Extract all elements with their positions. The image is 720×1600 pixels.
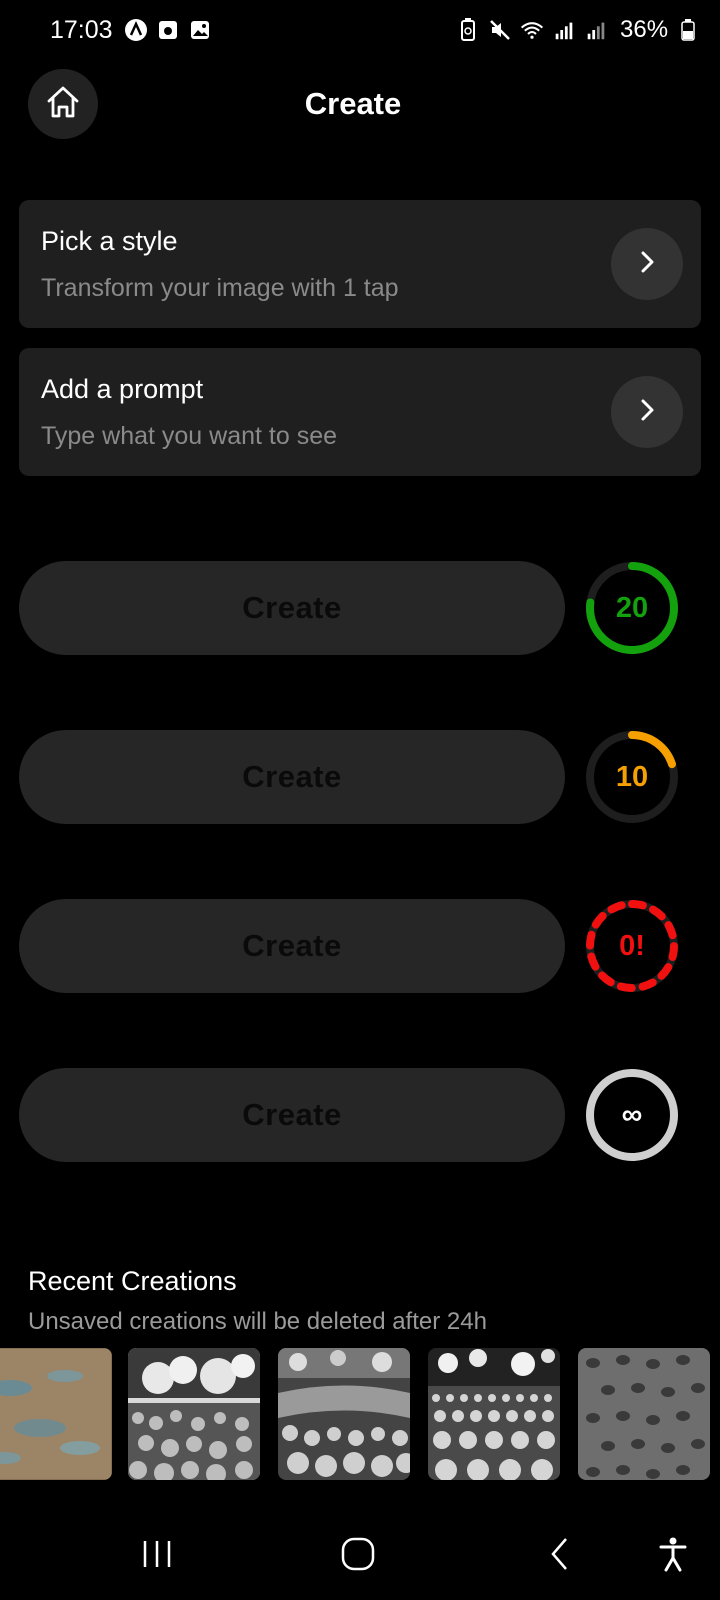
pick-style-arrow-button[interactable]	[611, 228, 683, 300]
camera-icon	[156, 18, 180, 42]
recent-thumbnail[interactable]	[128, 1348, 260, 1480]
add-prompt-card[interactable]: Add a prompt Type what you want to see	[19, 348, 701, 476]
image-icon	[188, 18, 212, 42]
signal-icon	[584, 18, 608, 42]
recent-thumbnail[interactable]	[0, 1348, 112, 1480]
recent-apps-icon[interactable]	[127, 1528, 187, 1580]
battery-icon	[676, 18, 700, 42]
credit-count: ∞	[621, 1098, 643, 1131]
credit-gauge: ∞	[584, 1067, 680, 1163]
accessibility-icon[interactable]	[643, 1528, 703, 1580]
battery-saver-icon	[456, 18, 480, 42]
chevron-right-icon	[635, 398, 659, 427]
add-prompt-title: Add a prompt	[41, 374, 204, 404]
credit-gauge: 10	[584, 729, 680, 825]
wifi-icon	[520, 18, 544, 42]
create-button[interactable]: Create	[19, 730, 565, 824]
status-time: 17:03	[50, 16, 113, 44]
chevron-right-icon	[635, 250, 659, 279]
back-icon[interactable]	[530, 1528, 590, 1580]
credit-gauge: 20	[584, 560, 680, 656]
page-title: Create	[304, 86, 402, 121]
pick-style-card[interactable]: Pick a style Transform your image with 1…	[19, 200, 701, 328]
add-prompt-arrow-button[interactable]	[611, 376, 683, 448]
system-nav-bar	[0, 1510, 720, 1600]
add-prompt-subtitle: Type what you want to see	[41, 422, 338, 450]
a-app-icon	[124, 18, 148, 42]
recent-creations-title: Recent Creations	[28, 1266, 237, 1296]
pick-style-subtitle: Transform your image with 1 tap	[41, 274, 399, 302]
pick-style-title: Pick a style	[41, 226, 178, 256]
battery-level: 36%	[620, 16, 669, 43]
credit-count: 20	[615, 591, 649, 624]
create-button[interactable]: Create	[19, 899, 565, 993]
home-circle-icon[interactable]	[328, 1528, 388, 1580]
credit-gauge: 0!	[584, 898, 680, 994]
credit-count: 10	[615, 760, 649, 793]
create-button[interactable]: Create	[19, 561, 565, 655]
recent-thumbnail[interactable]	[578, 1348, 710, 1480]
create-button[interactable]: Create	[19, 1068, 565, 1162]
status-bar: 17:03 36%	[0, 0, 720, 64]
mute-icon	[488, 18, 512, 42]
credit-count: 0!	[619, 929, 645, 962]
recent-thumbnail[interactable]	[428, 1348, 560, 1480]
signal-icon	[552, 18, 576, 42]
recent-creations-subtitle: Unsaved creations will be deleted after …	[28, 1308, 487, 1335]
recent-thumbnail[interactable]	[278, 1348, 410, 1480]
